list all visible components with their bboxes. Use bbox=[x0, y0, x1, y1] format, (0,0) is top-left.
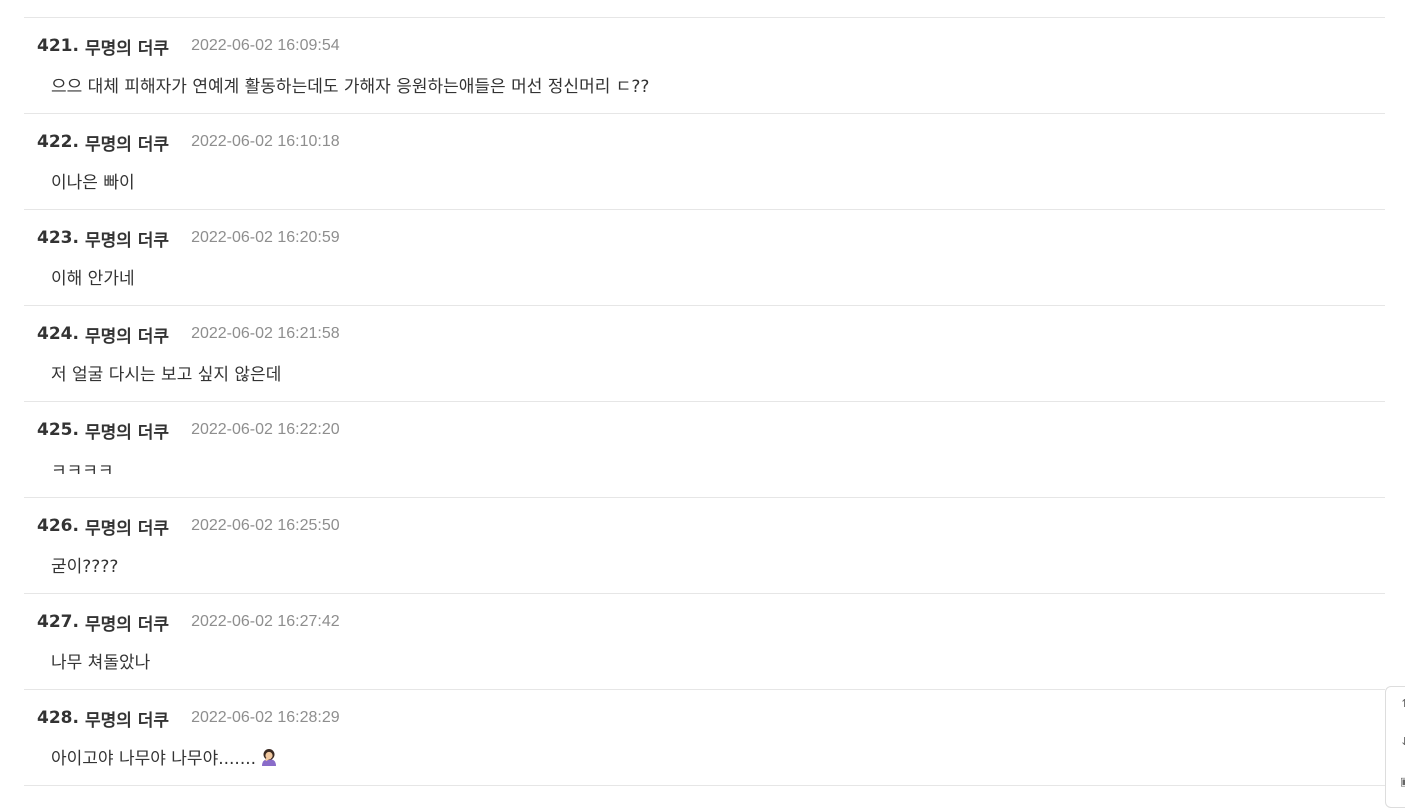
comment-author: 무명의 더쿠 bbox=[84, 518, 170, 539]
comment-icon[interactable]: ▣ bbox=[1400, 775, 1405, 788]
comment-body: 아이고야 나무야 나무야....... bbox=[51, 744, 279, 769]
comment-header: 421. 무명의 더쿠 2022-06-02 16:09:54 bbox=[37, 34, 340, 59]
comment-header: 423. 무명의 더쿠 2022-06-02 16:20:59 bbox=[37, 226, 340, 251]
comment-author: 무명의 더쿠 bbox=[84, 230, 170, 251]
comment-header: 422. 무명의 더쿠 2022-06-02 16:10:18 bbox=[37, 130, 340, 155]
comment-time: 2022-06-02 16:22:20 bbox=[191, 421, 340, 438]
comment-body: 이해 안가네 bbox=[51, 269, 135, 289]
comment-number: 425. bbox=[37, 420, 79, 440]
comment-time: 2022-06-02 16:28:29 bbox=[191, 709, 340, 726]
comment-item: 428. 무명의 더쿠 2022-06-02 16:28:29 아이고야 나무야… bbox=[24, 690, 1385, 786]
comment-time: 2022-06-02 16:25:50 bbox=[191, 517, 340, 534]
comment-item: 423. 무명의 더쿠 2022-06-02 16:20:59 이해 안가네 bbox=[24, 210, 1385, 306]
comment-header: 427. 무명의 더쿠 2022-06-02 16:27:42 bbox=[37, 610, 340, 635]
comment-number: 421. bbox=[37, 36, 79, 56]
comment-number: 427. bbox=[37, 612, 79, 632]
comment-number: 428. bbox=[37, 708, 79, 728]
comment-author: 무명의 더쿠 bbox=[84, 38, 170, 59]
comment-body: 굳이???? bbox=[51, 557, 119, 577]
comment-item: 426. 무명의 더쿠 2022-06-02 16:25:50 굳이???? bbox=[24, 498, 1385, 594]
comment-item: 422. 무명의 더쿠 2022-06-02 16:10:18 이나은 빠이 bbox=[24, 114, 1385, 210]
comment-author: 무명의 더쿠 bbox=[84, 326, 170, 347]
comment-item: 424. 무명의 더쿠 2022-06-02 16:21:58 저 얼굴 다시는… bbox=[24, 306, 1385, 402]
comment-header: 424. 무명의 더쿠 2022-06-02 16:21:58 bbox=[37, 322, 340, 347]
comment-author: 무명의 더쿠 bbox=[84, 422, 170, 443]
comment-header: 428. 무명의 더쿠 2022-06-02 16:28:29 bbox=[37, 706, 340, 731]
comment-body: 으으 대체 피해자가 연예계 활동하는데도 가해자 응원하는애들은 머선 정신머… bbox=[51, 77, 650, 97]
comment-header: 425. 무명의 더쿠 2022-06-02 16:22:20 bbox=[37, 418, 340, 443]
comment-body: 저 얼굴 다시는 보고 싶지 않은데 bbox=[51, 365, 282, 385]
comment-time: 2022-06-02 16:27:42 bbox=[191, 613, 340, 630]
floating-side-toolbar[interactable]: ↑ ↓ ▣ bbox=[1385, 686, 1405, 808]
comment-list: 421. 무명의 더쿠 2022-06-02 16:09:54 으으 대체 피해… bbox=[24, 17, 1385, 786]
comment-body: ㅋㅋㅋㅋ bbox=[51, 461, 114, 481]
comment-body-text: 아이고야 나무야 나무야....... bbox=[51, 749, 257, 769]
comment-author: 무명의 더쿠 bbox=[84, 614, 170, 635]
comment-header: 426. 무명의 더쿠 2022-06-02 16:25:50 bbox=[37, 514, 340, 539]
comment-number: 422. bbox=[37, 132, 79, 152]
woman-facepalming-icon bbox=[262, 748, 277, 766]
arrow-up-icon[interactable]: ↑ bbox=[1400, 697, 1405, 710]
comment-number: 426. bbox=[37, 516, 79, 536]
comment-body: 나무 쳐돌았나 bbox=[51, 653, 151, 673]
comment-item: 421. 무명의 더쿠 2022-06-02 16:09:54 으으 대체 피해… bbox=[24, 18, 1385, 114]
comment-number: 423. bbox=[37, 228, 79, 248]
comment-time: 2022-06-02 16:20:59 bbox=[191, 229, 340, 246]
comment-author: 무명의 더쿠 bbox=[84, 134, 170, 155]
comment-author: 무명의 더쿠 bbox=[84, 710, 170, 731]
comment-time: 2022-06-02 16:21:58 bbox=[191, 325, 340, 342]
comment-item: 425. 무명의 더쿠 2022-06-02 16:22:20 ㅋㅋㅋㅋ bbox=[24, 402, 1385, 498]
comment-number: 424. bbox=[37, 324, 79, 344]
comment-time: 2022-06-02 16:09:54 bbox=[191, 37, 340, 54]
arrow-down-icon[interactable]: ↓ bbox=[1400, 735, 1405, 748]
comment-item: 427. 무명의 더쿠 2022-06-02 16:27:42 나무 쳐돌았나 bbox=[24, 594, 1385, 690]
comment-time: 2022-06-02 16:10:18 bbox=[191, 133, 340, 150]
comment-body: 이나은 빠이 bbox=[51, 173, 135, 193]
